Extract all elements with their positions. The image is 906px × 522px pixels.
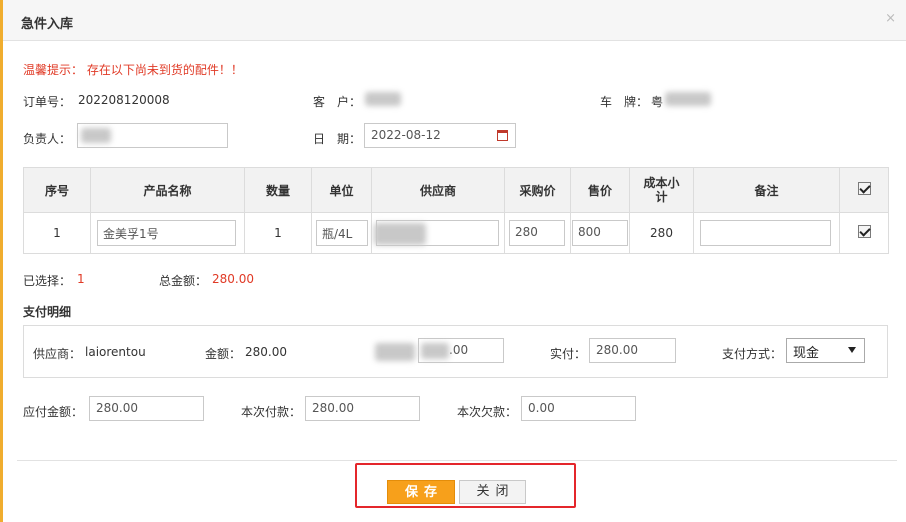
customer-label: 客 户： [313,95,362,109]
owed-input[interactable]: 0.00 [521,396,636,421]
row-check-cell [839,212,889,254]
payment-method-select[interactable]: 现金 [786,338,865,363]
dialog-title: 急件入库 [21,17,74,32]
pay-amount-value: 280.00 [245,345,287,359]
save-button[interactable]: 保存 [387,480,455,504]
row-index: 1 [23,212,91,254]
plate-label: 车 牌： [600,95,649,109]
select-all-checkbox[interactable] [857,182,871,195]
hidden-amount-redacted [421,343,449,359]
pay-supplier-value: laiorentou [85,345,146,359]
select-all-cell [839,167,889,213]
col-remark-header: 备注 [693,167,840,213]
method-label: 支付方式： [722,347,783,361]
col-supplier-header: 供应商 [371,167,505,213]
paid-input[interactable]: 280.00 [589,338,676,363]
table-row: 1 金美孚1号 1 瓶/4L 280 800 280 [23,212,889,254]
remark-input[interactable] [700,220,831,246]
date-input[interactable]: 2022-08-12 [364,123,516,148]
payment-section-title: 支付明细 [23,305,72,319]
unit-input[interactable]: 瓶/4L [316,220,368,246]
payable-input[interactable]: 280.00 [89,396,204,421]
this-pay-input[interactable]: 280.00 [305,396,420,421]
row-cost-subtotal: 280 [629,212,694,254]
this-pay-label: 本次付款： [241,405,302,419]
sale-price-input[interactable]: 800 [572,220,628,246]
row-product-cell: 金美孚1号 [90,212,245,254]
customer-value-redacted [365,92,401,106]
plate-prefix: 粤 [651,95,664,109]
close-button[interactable]: 关闭 [459,480,526,504]
col-qty-header: 数量 [244,167,312,213]
purchase-price-input[interactable]: 280 [509,220,565,246]
paid-label: 实付： [550,347,587,361]
close-icon[interactable]: × [885,11,896,26]
supplier-value-redacted [374,223,426,245]
parts-table: 序号 产品名称 数量 单位 供应商 采购价 售价 成本小计 备注 1 金美孚1号… [23,167,889,254]
row-purchase-price-cell: 280 [504,212,571,254]
table-header-row: 序号 产品名称 数量 单位 供应商 采购价 售价 成本小计 备注 [23,167,889,213]
order-no-value: 202208120008 [78,93,170,107]
col-purchase-price-header: 采购价 [504,167,571,213]
col-index-header: 序号 [23,167,91,213]
owner-value-redacted [81,128,111,143]
col-product-header: 产品名称 [90,167,245,213]
hidden-label-redacted [375,343,415,361]
col-unit-header: 单位 [311,167,372,213]
dialog-titlebar: 急件入库 × [3,0,906,41]
payment-method-value: 现金 [793,346,820,361]
chevron-down-icon [848,347,856,353]
selected-count: 1 [77,272,85,286]
footer-divider [17,460,897,461]
notice-text: 温馨提示： 存在以下尚未到货的配件！！ [23,63,243,77]
product-name-input[interactable]: 金美孚1号 [97,220,236,246]
row-qty: 1 [244,212,312,254]
date-label: 日 期： [313,132,362,146]
row-sale-price-cell: 800 [570,212,630,254]
total-label: 总金额： [159,274,208,288]
total-value: 280.00 [212,272,254,286]
pay-supplier-label: 供应商： [33,347,82,361]
owner-label: 负责人： [23,132,72,146]
dialog: 急件入库 × 温馨提示： 存在以下尚未到货的配件！！ 订单号： 20220812… [0,0,906,522]
hidden-amount-value: .00 [449,343,469,357]
payable-label: 应付金额： [23,405,84,419]
col-cost-subtotal-header: 成本小计 [629,167,694,213]
row-supplier-cell [371,212,505,254]
calendar-icon[interactable] [497,130,508,141]
owed-label: 本次欠款： [457,405,518,419]
date-value: 2022-08-12 [371,128,441,142]
plate-value-redacted [665,92,711,106]
row-remark-cell [693,212,840,254]
row-checkbox[interactable] [857,225,871,238]
order-no-label: 订单号： [23,95,72,109]
row-unit-cell: 瓶/4L [311,212,372,254]
selected-label: 已选择： [23,274,72,288]
pay-amount-label: 金额： [205,347,242,361]
col-sale-price-header: 售价 [570,167,630,213]
